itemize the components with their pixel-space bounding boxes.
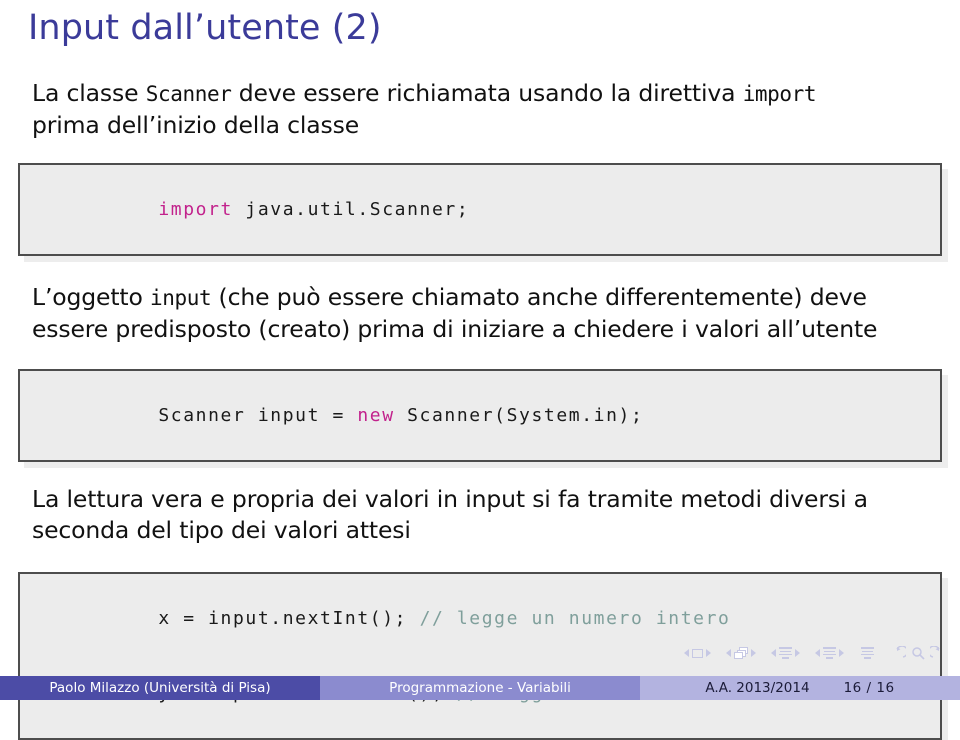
code-token-plain: java.util.Scanner; bbox=[233, 199, 470, 220]
p3-line2: seconda del tipo dei valori attesi bbox=[32, 516, 411, 544]
code-block-import-wrap: import java.util.Scanner; bbox=[0, 163, 960, 256]
footer-page-number: 16 / 16 bbox=[843, 680, 895, 696]
search-magnifier-icon[interactable] bbox=[911, 646, 925, 660]
p2-line2: essere predisposto (creato) prima di ini… bbox=[32, 315, 878, 343]
frame-navigation[interactable] bbox=[681, 648, 714, 658]
paragraph-reading-values: La lettura vera e propria dei valori in … bbox=[0, 484, 960, 546]
p2-text-a: L’oggetto bbox=[32, 283, 151, 311]
footer-academic-year: A.A. 2013/2014 bbox=[705, 680, 810, 696]
code-line: import java.util.Scanner; bbox=[34, 172, 928, 247]
beamer-navigation-symbols[interactable] bbox=[681, 646, 944, 660]
beamer-slide: Input dall’utente (2) La classe Scanner … bbox=[0, 0, 960, 740]
code-line: x = input.nextInt(); // legge un numero … bbox=[34, 581, 928, 656]
p1-text-a: La classe bbox=[32, 79, 146, 107]
code-block-scanner-init-wrap: Scanner input = new Scanner(System.in); bbox=[0, 369, 960, 462]
p1-code-scanner: Scanner bbox=[145, 82, 232, 106]
history-navigation[interactable] bbox=[892, 646, 944, 660]
next-frame-icon[interactable] bbox=[706, 649, 711, 657]
next-subsection-icon[interactable] bbox=[751, 649, 756, 657]
code-block-import: import java.util.Scanner; bbox=[18, 163, 942, 256]
slide-content: La classe Scanner deve essere richiamata… bbox=[0, 78, 960, 740]
p1-code-import: import bbox=[742, 82, 817, 106]
next-presentation-icon[interactable] bbox=[839, 649, 844, 657]
code-token-keyword: new bbox=[357, 405, 395, 426]
section-navigation[interactable] bbox=[768, 647, 803, 659]
code-token-plain: Scanner input = bbox=[158, 405, 358, 426]
page-title: Input dall’utente (2) bbox=[28, 8, 382, 48]
p1-line2: prima dell’inizio della classe bbox=[32, 111, 360, 139]
code-line: Scanner input = new Scanner(System.in); bbox=[34, 378, 928, 453]
footline: Paolo Milazzo (Università di Pisa) Progr… bbox=[0, 676, 960, 700]
code-block-scanner-init: Scanner input = new Scanner(System.in); bbox=[18, 369, 942, 462]
prev-subsection-icon[interactable] bbox=[726, 649, 731, 657]
next-section-icon[interactable] bbox=[795, 649, 800, 657]
footer-author: Paolo Milazzo (Università di Pisa) bbox=[0, 676, 320, 700]
paragraph-input-object: L’oggetto input (che può essere chiamato… bbox=[0, 282, 960, 345]
p1-text-b: deve essere richiamata usando la diretti… bbox=[231, 79, 743, 107]
frame-icon[interactable] bbox=[692, 648, 703, 658]
presentation-lines-icon[interactable] bbox=[823, 647, 836, 659]
code-token-plain: x = input.nextInt(); bbox=[158, 608, 420, 629]
code-token-comment: // legge un numero intero bbox=[419, 608, 731, 629]
forward-arc-icon[interactable] bbox=[930, 646, 944, 660]
p3-line1: La lettura vera e propria dei valori in … bbox=[32, 485, 868, 513]
code-token-keyword: import bbox=[158, 199, 233, 220]
prev-section-icon[interactable] bbox=[771, 649, 776, 657]
p2-code-input: input bbox=[150, 286, 212, 310]
footer-title: Programmazione - Variabili bbox=[320, 676, 640, 700]
prev-frame-icon[interactable] bbox=[684, 649, 689, 657]
prev-presentation-icon[interactable] bbox=[815, 649, 820, 657]
subsection-navigation[interactable] bbox=[723, 647, 759, 659]
paragraph-scanner-import: La classe Scanner deve essere richiamata… bbox=[0, 78, 960, 141]
p2-text-b: (che può essere chiamato anche different… bbox=[211, 283, 867, 311]
presentation-navigation[interactable] bbox=[812, 647, 847, 659]
footer-date-page: A.A. 2013/2014 16 / 16 bbox=[640, 676, 960, 700]
code-token-plain: Scanner(System.in); bbox=[394, 405, 644, 426]
appendix-lines-icon[interactable] bbox=[861, 647, 874, 659]
appendix-navigation[interactable] bbox=[861, 647, 874, 659]
section-lines-icon[interactable] bbox=[779, 647, 792, 659]
back-arc-icon[interactable] bbox=[892, 646, 906, 660]
subsection-stack-icon[interactable] bbox=[734, 647, 748, 659]
